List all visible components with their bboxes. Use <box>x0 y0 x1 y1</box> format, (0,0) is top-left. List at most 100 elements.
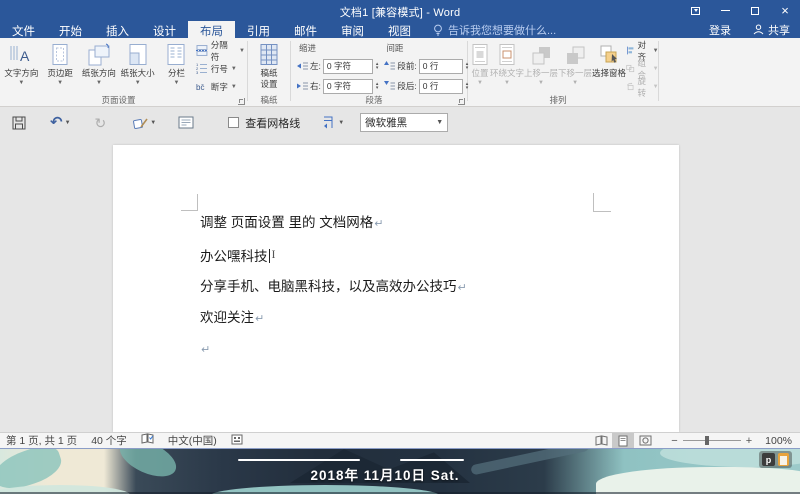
button-label: 页边距 <box>47 68 73 78</box>
field-label: 左: <box>310 61 321 71</box>
dropdown-caret-icon: ▼ <box>652 65 659 72</box>
view-gridlines-toggle[interactable]: 查看网格线 <box>228 115 300 131</box>
document-canvas[interactable]: 调整 页面设置 里的 文档网格↵ 办公嘿科技 I 分享手机、电脑黑科技，以及高效办… <box>0 138 800 432</box>
hyphenation-button[interactable]: bc̄ 断字 ▼ <box>196 79 245 94</box>
shapes-button[interactable]: ▼ <box>132 116 156 130</box>
spacing-before-input[interactable]: 0 行 <box>418 58 463 74</box>
spinner-icon[interactable]: ▴ ▾ <box>376 82 379 91</box>
maximize-button[interactable] <box>740 0 770 21</box>
tab-mailings[interactable]: 邮件 <box>282 21 329 38</box>
breaks-button[interactable]: 分隔符 ▼ <box>195 40 245 62</box>
print-layout-button[interactable] <box>612 433 635 448</box>
share-button[interactable]: 共享 <box>743 21 800 38</box>
paragraph-lines-icon <box>324 116 333 129</box>
indent-left-input[interactable]: 0 字符 <box>322 58 373 74</box>
close-button[interactable]: × <box>770 0 800 21</box>
paragraph-fields: 缩进 左: 0 字符 ▴ ▾ 右: 0 字符 ▴ ▾ 间距 段前: 0 行 ▴ … <box>293 40 472 97</box>
window-controls: × <box>680 0 800 21</box>
send-backward-button[interactable]: 下移一层 ▼ <box>558 40 592 95</box>
read-mode-button[interactable] <box>590 433 612 448</box>
position-button[interactable]: 位置 ▼ <box>470 40 490 95</box>
sign-in-button[interactable]: 登录 <box>697 21 743 38</box>
button-label: 文字方向 <box>4 68 39 78</box>
spinner-icon[interactable]: ▴ ▾ <box>376 62 379 71</box>
zoom-thumb[interactable] <box>704 436 709 445</box>
zoom-level[interactable]: 100% <box>765 435 792 447</box>
zoom-in-icon[interactable]: + <box>741 435 757 447</box>
button-label: 稿纸 <box>260 68 278 78</box>
desktop-artwork: 2018年 11月10日 Sat. p <box>0 448 800 494</box>
doc-line-text: 调整 页面设置 里的 文档网格 <box>200 215 374 230</box>
text-direction-button[interactable]: A 文字方向 ▼ <box>2 40 41 95</box>
tab-home[interactable]: 开始 <box>47 21 94 38</box>
web-layout-button[interactable] <box>634 433 656 448</box>
orientation-button[interactable]: 纸张方向 ▼ <box>80 40 119 95</box>
zoom-track[interactable] <box>682 436 741 445</box>
button-label: 选择窗格 <box>592 68 627 78</box>
close-icon: × <box>781 3 789 18</box>
proofing-button[interactable] <box>141 433 154 448</box>
ime-button[interactable] <box>231 434 243 448</box>
ibeam-cursor-icon: I <box>271 247 276 261</box>
zoom-slider[interactable]: − + <box>666 435 757 447</box>
button-label: 分隔符 <box>210 39 228 62</box>
selection-pane-button[interactable]: 选择窗格 <box>592 40 626 95</box>
button-label: 设置 <box>260 78 278 89</box>
rotate-button[interactable]: 旋转 ▼ <box>626 76 659 98</box>
tab-file[interactable]: 文件 <box>0 21 47 38</box>
minimize-button[interactable] <box>710 0 740 21</box>
tab-insert[interactable]: 插入 <box>94 21 141 38</box>
bring-forward-button[interactable]: 上移一层 ▼ <box>524 40 558 95</box>
save-button[interactable] <box>12 116 26 130</box>
button-label: 下移一层 <box>558 68 593 78</box>
tab-references[interactable]: 引用 <box>235 21 282 38</box>
dropdown-caret-icon: ▼ <box>134 79 141 86</box>
line-numbers-button[interactable]: 123 行号 ▼ <box>196 61 245 76</box>
columns-button[interactable]: 分栏 ▼ <box>157 40 196 95</box>
indent-left-row: 左: 0 字符 ▴ ▾ <box>297 57 378 75</box>
tab-layout[interactable]: 布局 <box>188 21 235 38</box>
line-numbers-icon: 123 <box>196 63 207 74</box>
dropdown-caret-icon: ▼ <box>64 119 71 126</box>
redo-button[interactable]: ↻ <box>95 116 107 130</box>
paragraph-dialog-launcher[interactable] <box>458 98 465 105</box>
tab-review[interactable]: 审阅 <box>329 21 376 38</box>
indent-right-icon <box>297 82 308 90</box>
zoom-out-icon[interactable]: − <box>666 435 682 447</box>
page-icon <box>178 116 194 129</box>
tell-me-box[interactable]: 告诉我您想要做什么... <box>423 21 566 38</box>
indent-header: 缩进 <box>299 43 317 53</box>
read-mode-icon <box>595 435 608 446</box>
paper-size-button[interactable]: 纸张大小 ▼ <box>118 40 157 95</box>
person-icon <box>753 24 764 35</box>
margins-button[interactable]: 页边距 ▼ <box>41 40 80 95</box>
paragraph-mark-button[interactable]: ▼ <box>322 116 344 129</box>
undo-button[interactable]: ↶ ▼ <box>50 115 71 130</box>
paragraph-mark: ↵ <box>201 344 211 356</box>
tab-design[interactable]: 设计 <box>141 21 188 38</box>
wrap-text-button[interactable]: 环绕文字 ▼ <box>490 40 524 95</box>
document-page[interactable]: 调整 页面设置 里的 文档网格↵ 办公嘿科技 I 分享手机、电脑黑科技，以及高效办… <box>113 145 679 432</box>
quick-toolbar-row: ↶ ▼ ↻ ▼ 查看网格线 ▼ 微软雅黑 ▼ <box>0 107 800 138</box>
dropdown-caret-icon: ▼ <box>239 47 245 54</box>
artwork-wave-shape <box>596 467 800 494</box>
spacing-after-input[interactable]: 0 行 <box>418 78 463 94</box>
page-settings-button[interactable] <box>178 116 194 129</box>
page-setup-dialog-launcher[interactable] <box>238 98 245 105</box>
proofing-book-icon <box>141 433 154 444</box>
align-icon <box>627 46 634 55</box>
document-text[interactable]: 调整 页面设置 里的 文档网格↵ 办公嘿科技 I 分享手机、电脑黑科技，以及高效办… <box>200 208 467 365</box>
wrap-text-icon <box>497 42 517 68</box>
dropdown-caret-icon: ▼ <box>572 79 579 86</box>
language-indicator[interactable]: 中文(中国) <box>168 433 217 448</box>
ribbon-display-options-button[interactable] <box>680 0 710 21</box>
tab-view[interactable]: 视图 <box>376 21 423 38</box>
doc-line-text: 欢迎关注 <box>200 310 254 325</box>
font-name-value: 微软雅黑 <box>365 117 408 129</box>
tab-label: 审阅 <box>341 25 364 38</box>
page-indicator[interactable]: 第 1 页, 共 1 页 <box>6 433 77 448</box>
font-name-combobox[interactable]: 微软雅黑 ▼ <box>360 113 449 132</box>
word-count[interactable]: 40 个字 <box>91 433 127 448</box>
manuscript-setup-button[interactable]: 稿纸 设置 <box>250 40 288 95</box>
indent-right-input[interactable]: 0 字符 <box>322 78 373 94</box>
